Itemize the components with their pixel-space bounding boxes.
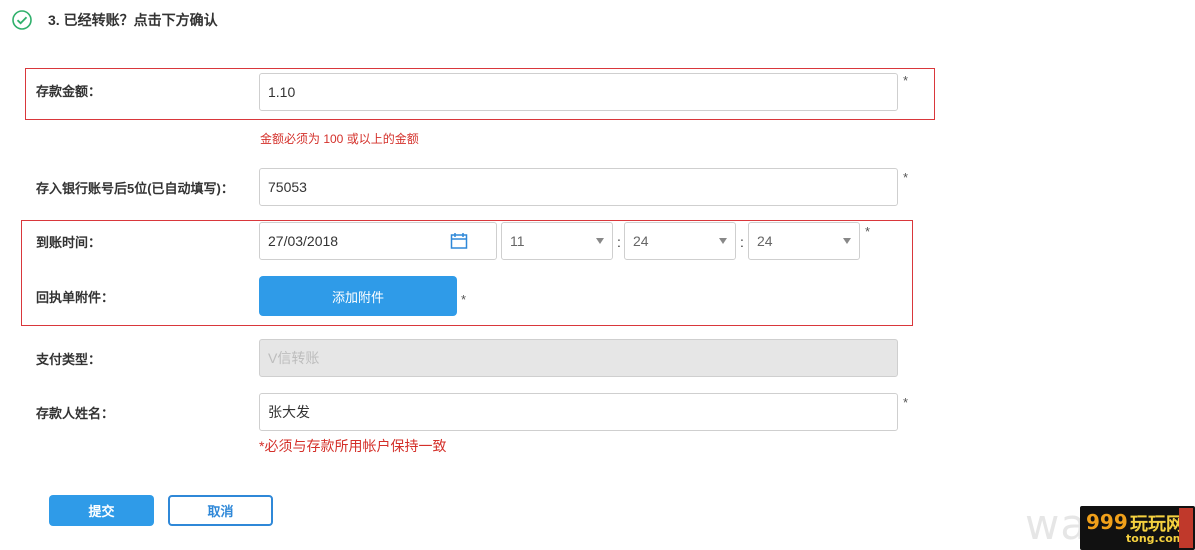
watermark-text: wa [1025, 500, 1088, 549]
chevron-down-icon [719, 238, 727, 244]
minute-select[interactable]: 24 [624, 222, 736, 260]
depositor-name-input[interactable]: 张大发 [259, 393, 898, 431]
check-circle-icon [12, 10, 32, 30]
arrival-time-label: 到账时间： [36, 235, 102, 250]
submit-button[interactable]: 提交 [49, 495, 154, 526]
step-header: 3. 已经转账？点击下方确认 [12, 10, 218, 30]
amount-error: 金额必须为 100 或以上的金额 [260, 132, 419, 146]
bank-account-input[interactable]: 75053 [259, 168, 898, 206]
arrival-time-required-mark: * [865, 224, 871, 239]
time-separator: : [617, 234, 621, 250]
minute-value: 24 [633, 233, 649, 249]
payment-type-label: 支付类型： [36, 352, 102, 367]
logo-main-text: 999 [1086, 510, 1128, 534]
depositor-note: *必须与存款所用帐户保持一致 [259, 438, 447, 454]
depositor-required-mark: * [903, 395, 909, 410]
bank-account-value: 75053 [268, 179, 307, 195]
hour-value: 11 [510, 233, 525, 249]
attachment-required-mark: * [461, 292, 467, 307]
logo-sub-text: tong.com [1126, 532, 1185, 545]
payment-type-placeholder: V信转账 [268, 350, 320, 366]
calendar-icon[interactable] [450, 232, 468, 250]
attachment-label: 回执单附件： [36, 290, 115, 305]
bank-account-label: 存入银行账号后5位(已自动填写)： [36, 181, 234, 196]
bank-account-required-mark: * [903, 170, 909, 185]
hour-select[interactable]: 11 [501, 222, 613, 260]
time-separator: : [740, 234, 744, 250]
add-attachment-button[interactable]: 添加附件 [259, 276, 457, 316]
chevron-down-icon [596, 238, 604, 244]
amount-input[interactable]: 1.10 [259, 73, 898, 111]
step-title: 3. 已经转账？点击下方确认 [48, 12, 218, 28]
site-logo: 999 玩玩网 tong.com [1080, 506, 1195, 550]
logo-red-strip [1179, 508, 1193, 548]
amount-required-mark: * [903, 73, 909, 88]
amount-value: 1.10 [268, 84, 296, 100]
second-value: 24 [757, 233, 773, 249]
payment-type-field: V信转账 [259, 339, 898, 377]
amount-label: 存款金额： [36, 84, 102, 99]
chevron-down-icon [843, 238, 851, 244]
depositor-name-value: 张大发 [268, 404, 310, 420]
date-value: 27/03/2018 [268, 233, 339, 249]
depositor-name-label: 存款人姓名： [36, 406, 115, 421]
second-select[interactable]: 24 [748, 222, 860, 260]
cancel-button[interactable]: 取消 [168, 495, 273, 526]
date-input[interactable]: 27/03/2018 [259, 222, 497, 260]
